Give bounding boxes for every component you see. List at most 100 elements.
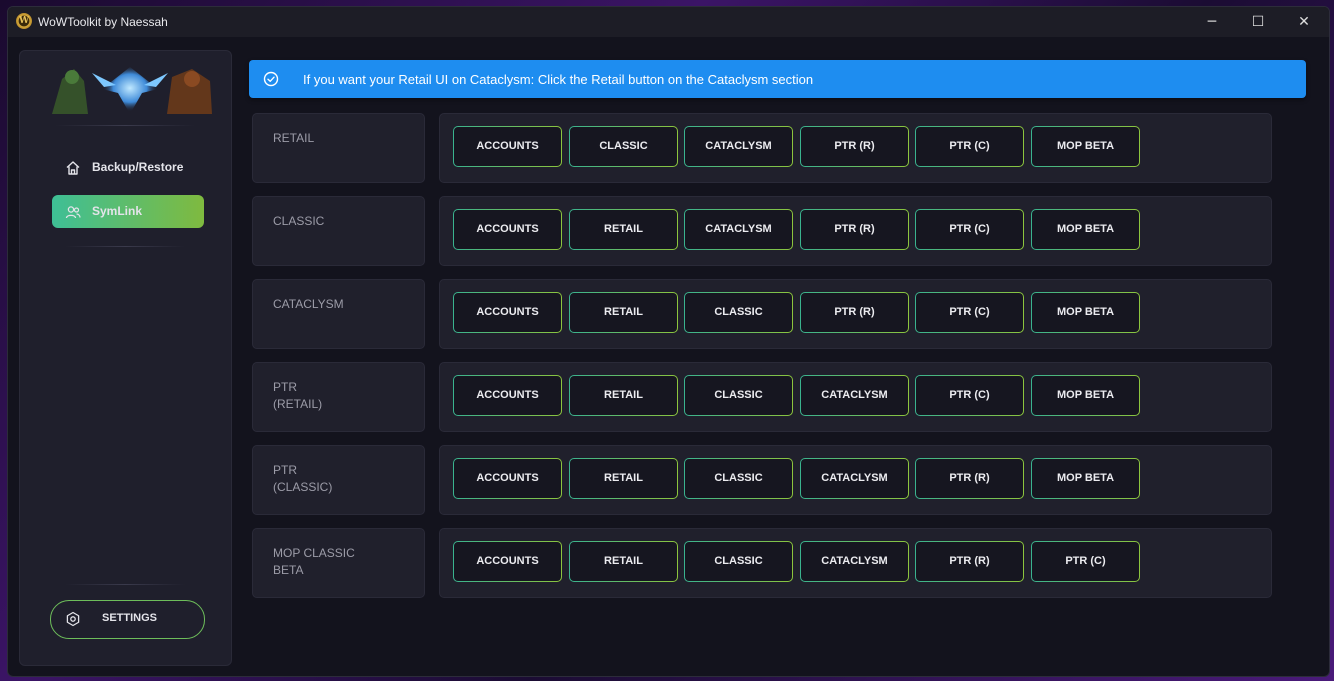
symlink-button[interactable]: MOP BETA bbox=[1031, 458, 1140, 499]
symlink-button-label: ACCOUNTS bbox=[454, 210, 561, 249]
symlink-button[interactable]: RETAIL bbox=[569, 292, 678, 333]
symlink-button-label: PTR (C) bbox=[916, 127, 1023, 166]
wow-logo-icon: W bbox=[16, 13, 32, 29]
symlink-button-label: RETAIL bbox=[570, 459, 677, 498]
row-buttons-panel: ACCOUNTS RETAIL CLASSIC CATACLYSM PTR (R) MOP… bbox=[439, 445, 1272, 515]
minimize-button[interactable]: ─ bbox=[1189, 7, 1235, 37]
nav-divider bbox=[65, 246, 185, 247]
row-label: PTR (RETAIL) bbox=[273, 380, 323, 411]
symlink-button[interactable]: RETAIL bbox=[569, 541, 678, 582]
symlink-button-label: ACCOUNTS bbox=[454, 459, 561, 498]
symlink-button[interactable]: ACCOUNTS bbox=[453, 458, 562, 499]
symlink-button[interactable]: RETAIL bbox=[569, 209, 678, 250]
sidebar-item-backup-restore[interactable]: Backup/Restore bbox=[52, 151, 204, 184]
symlink-button[interactable]: PTR (R) bbox=[800, 126, 909, 167]
symlink-button[interactable]: ACCOUNTS bbox=[453, 541, 562, 582]
symlink-button-label: CLASSIC bbox=[685, 459, 792, 498]
symlink-button-label: MOP BETA bbox=[1032, 293, 1139, 332]
symlink-button-label: ACCOUNTS bbox=[454, 127, 561, 166]
symlink-button-label: PTR (R) bbox=[801, 210, 908, 249]
symlink-button[interactable]: PTR (R) bbox=[800, 209, 909, 250]
symlink-row: RETAIL ACCOUNTS CLASSIC CATACLYSM PTR (R) PTR… bbox=[252, 113, 1272, 183]
row-buttons-panel: ACCOUNTS RETAIL CLASSIC CATACLYSM PTR (C) MOP… bbox=[439, 362, 1272, 432]
symlink-button-label: PTR (R) bbox=[916, 542, 1023, 581]
symlink-button-label: PTR (R) bbox=[801, 127, 908, 166]
symlink-button[interactable]: PTR (C) bbox=[915, 126, 1024, 167]
symlink-button-label: PTR (C) bbox=[1032, 542, 1139, 581]
row-label-panel: CLASSIC bbox=[252, 196, 425, 266]
home-icon bbox=[66, 161, 80, 175]
symlink-button-label: CLASSIC bbox=[685, 293, 792, 332]
symlink-button-label: CATACLYSM bbox=[801, 542, 908, 581]
symlink-button[interactable]: CLASSIC bbox=[684, 292, 793, 333]
symlink-button-label: PTR (R) bbox=[916, 459, 1023, 498]
symlink-button[interactable]: PTR (R) bbox=[915, 541, 1024, 582]
row-buttons-panel: ACCOUNTS RETAIL CLASSIC CATACLYSM PTR (R) PTR… bbox=[439, 528, 1272, 598]
symlink-button-label: PTR (C) bbox=[916, 210, 1023, 249]
symlink-button[interactable]: CATACLYSM bbox=[800, 375, 909, 416]
symlink-button-label: MOP BETA bbox=[1032, 459, 1139, 498]
row-buttons-panel: ACCOUNTS RETAIL CLASSIC PTR (R) PTR (C) MOP B… bbox=[439, 279, 1272, 349]
symlink-button-label: ACCOUNTS bbox=[454, 293, 561, 332]
symlink-button[interactable]: PTR (R) bbox=[800, 292, 909, 333]
symlink-button[interactable]: CLASSIC bbox=[684, 375, 793, 416]
symlink-button-label: CATACLYSM bbox=[801, 459, 908, 498]
sidebar-item-symlink[interactable]: SymLink bbox=[52, 195, 204, 228]
symlink-button[interactable]: ACCOUNTS bbox=[453, 375, 562, 416]
row-label: CATACLYSM bbox=[273, 297, 344, 311]
symlink-button[interactable]: CLASSIC bbox=[684, 541, 793, 582]
symlink-button-label: PTR (C) bbox=[916, 293, 1023, 332]
symlink-button[interactable]: CLASSIC bbox=[684, 458, 793, 499]
settings-button[interactable]: SETTINGS bbox=[50, 600, 205, 639]
sidebar-item-label: Backup/Restore bbox=[92, 160, 184, 174]
symlink-row: MOP CLASSIC BETA ACCOUNTS RETAIL CLASSIC CAT… bbox=[252, 528, 1272, 598]
symlink-button[interactable]: ACCOUNTS bbox=[453, 209, 562, 250]
symlink-button[interactable]: CATACLYSM bbox=[800, 458, 909, 499]
row-label-panel: MOP CLASSIC BETA bbox=[252, 528, 425, 598]
symlink-button-label: CATACLYSM bbox=[685, 127, 792, 166]
symlink-button[interactable]: RETAIL bbox=[569, 458, 678, 499]
symlink-button-label: RETAIL bbox=[570, 210, 677, 249]
class-heroes-logo bbox=[52, 67, 212, 114]
row-label-panel: PTR (CLASSIC) bbox=[252, 445, 425, 515]
symlink-button[interactable]: CATACLYSM bbox=[684, 126, 793, 167]
symlink-button[interactable]: RETAIL bbox=[569, 375, 678, 416]
row-label: PTR (CLASSIC) bbox=[273, 463, 333, 494]
symlink-button-label: MOP BETA bbox=[1032, 127, 1139, 166]
symlink-row: CLASSIC ACCOUNTS RETAIL CATACLYSM PTR (R) PTR… bbox=[252, 196, 1272, 266]
symlink-button[interactable]: MOP BETA bbox=[1031, 126, 1140, 167]
symlink-button-label: RETAIL bbox=[570, 293, 677, 332]
maximize-button[interactable]: ☐ bbox=[1235, 7, 1281, 37]
title-bar[interactable]: W WoWToolkit by Naessah ─ ☐ ✕ bbox=[8, 7, 1329, 37]
row-label-panel: PTR (RETAIL) bbox=[252, 362, 425, 432]
symlink-button[interactable]: MOP BETA bbox=[1031, 292, 1140, 333]
symlink-button[interactable]: CATACLYSM bbox=[684, 209, 793, 250]
symlink-button[interactable]: ACCOUNTS bbox=[453, 292, 562, 333]
settings-divider bbox=[65, 584, 185, 585]
symlink-button[interactable]: MOP BETA bbox=[1031, 375, 1140, 416]
symlink-button[interactable]: CATACLYSM bbox=[800, 541, 909, 582]
symlink-button[interactable]: MOP BETA bbox=[1031, 209, 1140, 250]
gear-icon bbox=[66, 611, 80, 627]
symlink-button-label: CLASSIC bbox=[685, 376, 792, 415]
close-button[interactable]: ✕ bbox=[1281, 7, 1327, 37]
symlink-button-label: ACCOUNTS bbox=[454, 542, 561, 581]
symlink-row: CATACLYSM ACCOUNTS RETAIL CLASSIC PTR (R) PTR… bbox=[252, 279, 1272, 349]
row-label-panel: RETAIL bbox=[252, 113, 425, 183]
symlink-button[interactable]: PTR (C) bbox=[915, 209, 1024, 250]
symlink-button-label: RETAIL bbox=[570, 376, 677, 415]
row-label: RETAIL bbox=[273, 131, 315, 145]
symlink-button[interactable]: CLASSIC bbox=[569, 126, 678, 167]
row-buttons-panel: ACCOUNTS CLASSIC CATACLYSM PTR (R) PTR (C) MO… bbox=[439, 113, 1272, 183]
symlink-button[interactable]: PTR (C) bbox=[1031, 541, 1140, 582]
symlink-button[interactable]: PTR (C) bbox=[915, 292, 1024, 333]
banner-text: If you want your Retail UI on Cataclysm:… bbox=[303, 72, 814, 87]
users-icon bbox=[65, 206, 81, 219]
sidebar-item-label: SymLink bbox=[92, 204, 143, 218]
check-circle-icon bbox=[263, 71, 279, 87]
symlink-button[interactable]: ACCOUNTS bbox=[453, 126, 562, 167]
symlink-button[interactable]: PTR (C) bbox=[915, 375, 1024, 416]
symlink-button-label: ACCOUNTS bbox=[454, 376, 561, 415]
symlink-button-label: RETAIL bbox=[570, 542, 677, 581]
symlink-button[interactable]: PTR (R) bbox=[915, 458, 1024, 499]
